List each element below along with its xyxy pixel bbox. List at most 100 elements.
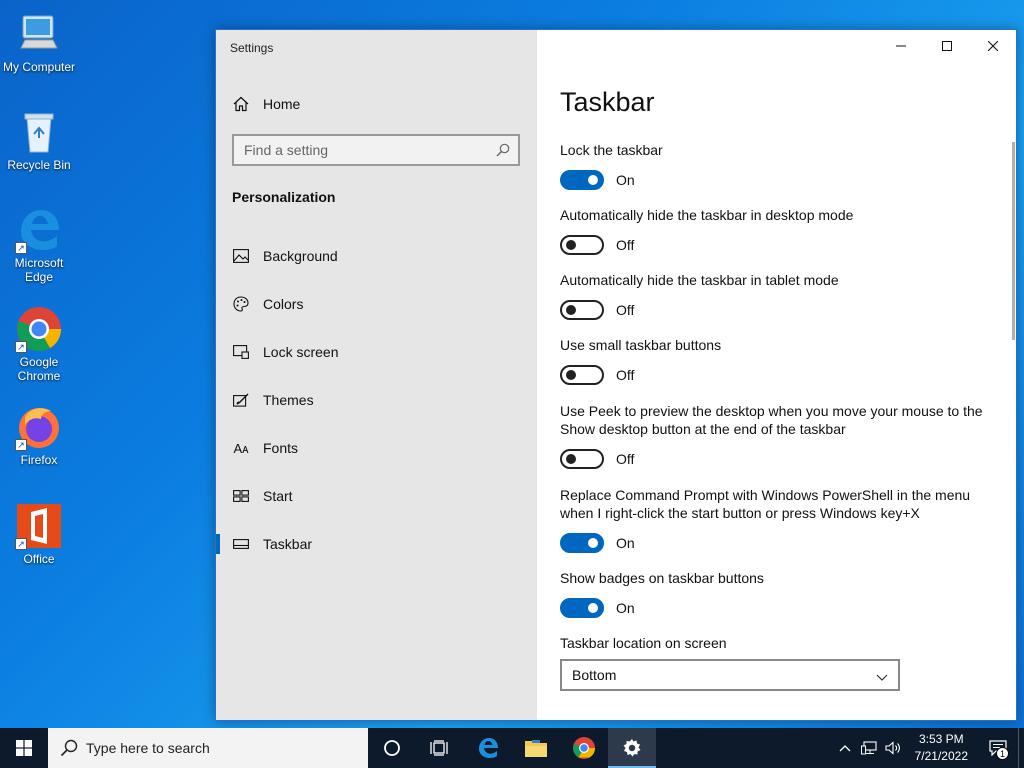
setting-autohide-tablet: Automatically hide the taskbar in tablet… xyxy=(560,271,1000,320)
nav-list: Background Colors Lock screen Themes Aᴀ … xyxy=(216,232,537,568)
autohide-desktop-toggle[interactable] xyxy=(560,235,604,255)
setting-label: Show badges on taskbar buttons xyxy=(560,570,764,586)
window-title: Settings xyxy=(230,41,274,55)
settings-nav-pane: Settings Home Personalization Background xyxy=(216,30,537,720)
taskbar-location-select[interactable]: Bottom xyxy=(560,659,900,691)
toggle-state: Off xyxy=(616,302,635,318)
desktop-icon-chrome[interactable]: ↗ Google Chrome xyxy=(0,305,78,383)
setting-label: Use small taskbar buttons xyxy=(560,337,722,353)
clock-date: 7/21/2022 xyxy=(914,749,968,763)
toggle-state: Off xyxy=(616,237,635,253)
setting-badges: Show badges on taskbar buttons On xyxy=(560,569,1000,618)
select-value: Bottom xyxy=(572,667,617,683)
taskbar: Type here to search 3:53 PM 7/21/2022 1 xyxy=(0,728,1024,768)
desktop-icon-label: My Computer xyxy=(2,60,76,74)
desktop-icon-label: Firefox xyxy=(20,453,58,467)
desktop-icon-recycle-bin[interactable]: Recycle Bin xyxy=(0,108,78,172)
start-button[interactable] xyxy=(0,728,48,768)
setting-peek: Use Peek to preview the desktop when you… xyxy=(560,402,1000,469)
small-buttons-toggle[interactable] xyxy=(560,365,604,385)
cortana-button[interactable] xyxy=(368,728,416,768)
toggle-state: On xyxy=(616,172,635,188)
task-view-icon xyxy=(430,740,448,756)
chrome-icon xyxy=(573,737,595,759)
recycle-bin-icon xyxy=(15,108,63,156)
taskbar-edge-button[interactable] xyxy=(464,728,512,768)
speaker-icon xyxy=(885,741,900,755)
shortcut-arrow-icon: ↗ xyxy=(15,439,27,451)
action-center-button[interactable]: 1 xyxy=(978,728,1018,768)
nav-item-start[interactable]: Start xyxy=(216,472,537,520)
find-setting-input[interactable] xyxy=(234,142,484,158)
show-hidden-icons-button[interactable] xyxy=(833,728,857,768)
taskbar-file-explorer-button[interactable] xyxy=(512,728,560,768)
computer-icon xyxy=(15,10,63,58)
firefox-icon: ↗ xyxy=(15,403,63,451)
nav-item-label: Lock screen xyxy=(263,344,339,360)
minimize-icon xyxy=(896,45,906,47)
edge-icon: ↗ xyxy=(15,206,63,254)
volume-button[interactable] xyxy=(881,728,905,768)
maximize-button[interactable] xyxy=(924,30,970,62)
toggle-state: On xyxy=(616,600,635,616)
setting-label: Automatically hide the taskbar in deskto… xyxy=(560,207,854,223)
scrollbar[interactable] xyxy=(1012,142,1015,340)
palette-icon xyxy=(233,296,249,312)
setting-label: Replace Command Prompt with Windows Powe… xyxy=(560,487,971,521)
cortana-icon xyxy=(384,740,400,756)
desktop-icon-firefox[interactable]: ↗ Firefox xyxy=(0,403,78,467)
shortcut-arrow-icon: ↗ xyxy=(15,538,27,550)
network-icon xyxy=(860,741,877,755)
taskbar-chrome-button[interactable] xyxy=(560,728,608,768)
nav-item-taskbar[interactable]: Taskbar xyxy=(216,520,537,568)
nav-item-background[interactable]: Background xyxy=(216,232,537,280)
autohide-tablet-toggle[interactable] xyxy=(560,300,604,320)
picture-icon xyxy=(233,248,249,264)
badges-toggle[interactable] xyxy=(560,598,604,618)
nav-item-themes[interactable]: Themes xyxy=(216,376,537,424)
desktop-icon-edge[interactable]: ↗ Microsoft Edge xyxy=(0,206,78,284)
desktop-icon-my-computer[interactable]: My Computer xyxy=(0,10,78,74)
peek-toggle[interactable] xyxy=(560,449,604,469)
desktop-icon-label: Microsoft Edge xyxy=(14,256,64,284)
show-desktop-button[interactable] xyxy=(1018,728,1024,768)
search-icon xyxy=(496,143,510,157)
nav-section-title: Personalization xyxy=(232,189,336,205)
setting-label: Lock the taskbar xyxy=(560,142,663,158)
minimize-button[interactable] xyxy=(878,30,924,62)
desktop-icon-label: Google Chrome xyxy=(17,355,61,383)
shortcut-arrow-icon: ↗ xyxy=(15,341,27,353)
close-button[interactable] xyxy=(970,30,1016,62)
lock-taskbar-toggle[interactable] xyxy=(560,170,604,190)
powershell-toggle[interactable] xyxy=(560,533,604,553)
nav-home-label: Home xyxy=(263,96,301,112)
setting-label: Automatically hide the taskbar in tablet… xyxy=(560,272,839,288)
home-icon xyxy=(233,96,249,112)
toggle-state: On xyxy=(616,535,635,551)
taskbar-settings-button[interactable] xyxy=(608,728,656,768)
chrome-icon: ↗ xyxy=(15,305,63,353)
clock-time: 3:53 PM xyxy=(918,732,964,746)
find-setting-search[interactable] xyxy=(232,134,520,166)
nav-item-label: Taskbar xyxy=(263,536,313,552)
task-view-button[interactable] xyxy=(416,728,464,768)
taskbar-search-box[interactable]: Type here to search xyxy=(48,728,368,768)
start-icon xyxy=(233,488,249,504)
desktop-icon-label: Recycle Bin xyxy=(7,158,71,172)
desktop-icon-office[interactable]: ↗ Office xyxy=(0,502,78,566)
folder-icon xyxy=(525,740,547,757)
network-button[interactable] xyxy=(857,728,881,768)
taskbar-search-placeholder: Type here to search xyxy=(86,740,210,756)
setting-label: Taskbar location on screen xyxy=(560,635,727,651)
nav-home[interactable]: Home xyxy=(233,94,300,114)
page-title: Taskbar xyxy=(560,87,655,117)
nav-item-label: Fonts xyxy=(263,440,299,456)
setting-powershell: Replace Command Prompt with Windows Powe… xyxy=(560,486,1000,553)
nav-item-label: Background xyxy=(263,248,338,264)
nav-item-colors[interactable]: Colors xyxy=(216,280,537,328)
settings-window: Settings Home Personalization Background xyxy=(215,29,1017,721)
clock[interactable]: 3:53 PM 7/21/2022 xyxy=(905,731,978,765)
toggle-state: Off xyxy=(616,451,635,467)
nav-item-fonts[interactable]: Aᴀ Fonts xyxy=(216,424,537,472)
nav-item-lock-screen[interactable]: Lock screen xyxy=(216,328,537,376)
